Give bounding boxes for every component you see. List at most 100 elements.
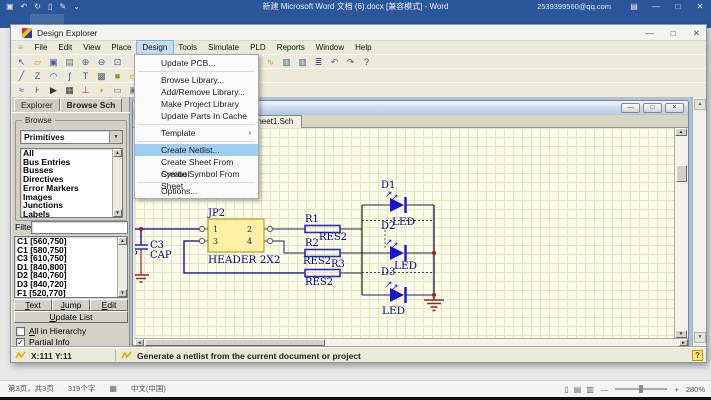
close-icon[interactable]: ✕ (689, 0, 711, 14)
word-count[interactable]: 319个字 (68, 381, 96, 397)
menu-item-create-sheet-from-symbol[interactable]: Create Sheet From Symbol (135, 156, 258, 168)
signal-wave-icon[interactable]: ∿ (264, 55, 277, 69)
menu-item-browse-library[interactable]: Browse Library... (135, 74, 258, 86)
scroll-down-icon[interactable]: ▼ (113, 209, 122, 217)
zoom-area-icon[interactable]: ⊡ (111, 55, 124, 69)
menubar-item[interactable]: Help (350, 41, 377, 54)
zoom-out-icon[interactable]: ⊖ (95, 55, 108, 69)
bus-tool-icon[interactable]: ⊦ (31, 83, 44, 97)
browse-list-item[interactable]: Labels (21, 210, 122, 218)
help-icon[interactable]: ? (360, 55, 373, 69)
partial-info-row[interactable]: ✓ Partial Info (16, 337, 70, 347)
menu-item-make-project-library[interactable]: Make Project Library (135, 98, 258, 110)
ribbon-options-icon[interactable]: ▤ (623, 0, 645, 14)
read-mode-icon[interactable]: ▯ (564, 385, 568, 394)
menu-item-add-remove-library[interactable]: Add/Remove Library... (135, 86, 258, 98)
menubar-item[interactable]: Reports (271, 41, 310, 54)
save-icon[interactable]: ▣ (47, 55, 60, 69)
c3-type[interactable]: CAP (150, 250, 172, 261)
menubar-item[interactable]: Tools (173, 41, 203, 54)
jp2-ref[interactable]: JP2 (207, 208, 225, 219)
filter-input[interactable] (31, 221, 128, 234)
ground-icon[interactable]: ⊥ (79, 83, 92, 97)
menubar-item[interactable]: View (78, 41, 106, 54)
print-icon[interactable]: ▤ (63, 55, 76, 69)
partial-info-checkbox[interactable]: ✓ (16, 338, 25, 347)
part-icon[interactable]: ◗ (95, 83, 108, 97)
menubar-item[interactable]: Place (106, 41, 137, 54)
sheet-symbol-icon[interactable]: ▭ (111, 83, 124, 97)
zoom-in-icon[interactable]: ⊕ (79, 55, 92, 69)
zoom-slider-thumb[interactable] (639, 385, 643, 393)
language-status[interactable]: 中文(中国) (131, 381, 166, 397)
image-tool-icon[interactable]: ▩ (95, 69, 108, 83)
app-titlebar[interactable]: Design Explorer —□✕ (11, 25, 706, 41)
curve-tool-icon[interactable]: ʃ (63, 69, 76, 83)
word-account[interactable]: 2539399560@qq.com (537, 0, 611, 14)
ground-symbol[interactable] (424, 300, 444, 311)
netlist-icon[interactable]: ≣ (312, 55, 325, 69)
browse-mode-select[interactable]: Primitives ▼ (20, 130, 123, 144)
component-d2[interactable]: ↗ ↗ D2 LED (381, 221, 417, 272)
net-label-icon[interactable]: ▦ (63, 83, 76, 97)
zoom-out-button[interactable]: — (601, 385, 609, 394)
text-button[interactable]: Text (14, 299, 52, 311)
jump-button[interactable]: Jump (52, 299, 90, 311)
scroll-up-icon[interactable]: ▲ (675, 128, 687, 136)
document-hscrollbar[interactable]: ◄ ► (135, 338, 688, 346)
menubar-item[interactable]: Design (137, 41, 173, 54)
zoom-level[interactable]: 280% (686, 385, 705, 394)
line-tool-icon[interactable]: ╱ (15, 69, 28, 83)
zoom-in-button[interactable]: + (674, 385, 678, 394)
scroll-up-icon[interactable]: ▲ (113, 149, 122, 157)
wire-tool-icon[interactable]: ≈ (15, 83, 28, 97)
maximize-icon[interactable]: □ (667, 0, 689, 14)
maximize-icon[interactable]: □ (671, 25, 676, 41)
component-list-scrollbar[interactable]: ▲ ▼ (117, 237, 127, 297)
text-tool-icon[interactable]: T (79, 69, 92, 83)
close-icon[interactable]: ✕ (693, 25, 700, 41)
browse-type-list[interactable]: AllBus EntriesBussesDirectivesError Mark… (20, 148, 123, 218)
menubar-item[interactable]: File (29, 41, 53, 54)
close-icon[interactable]: ✕ (665, 103, 684, 113)
print-layout-icon[interactable]: ▤ (574, 385, 582, 394)
probe-net-icon[interactable]: ▥ (280, 55, 293, 69)
panel-tab-explorer[interactable]: Explorer (14, 98, 60, 111)
scroll-left-icon[interactable]: ◄ (135, 339, 144, 346)
update-list-button[interactable]: Update List (14, 311, 128, 323)
zoom-slider[interactable] (615, 388, 667, 390)
menu-item-template[interactable]: Template› (135, 127, 258, 139)
workspace-scrollbar[interactable]: ▲ ▼ (692, 97, 706, 347)
menubar-item[interactable]: PLD (245, 41, 272, 54)
polyline-tool-icon[interactable]: Z (31, 69, 44, 83)
scroll-down-icon[interactable]: ▼ (694, 332, 706, 343)
menu-item-update-parts-in-cache[interactable]: Update Parts In Cache (135, 110, 258, 122)
menu-item-create-netlist[interactable]: Create Netlist... (135, 144, 258, 156)
menubar-item[interactable]: Simulate (203, 41, 245, 54)
status-help-button[interactable]: ? (692, 350, 703, 361)
menu-item-update-pcb[interactable]: Update PCB... (135, 57, 258, 69)
probe-bus-icon[interactable]: ▥ (296, 55, 309, 69)
dropdown-arrow-icon[interactable]: ▼ (109, 131, 122, 143)
menubar-item[interactable]: Edit (53, 41, 78, 54)
scroll-right-icon[interactable]: ► (679, 339, 688, 346)
scroll-up-icon[interactable]: ▲ (118, 237, 127, 245)
menu-item-create-symbol-from-sheet[interactable]: Create Symbol From Sheet (135, 168, 258, 180)
bus-entry-icon[interactable]: ▶ (47, 83, 60, 97)
component-jp2[interactable]: 1 2 3 4 JP2 HEADER 2X2 (199, 208, 280, 266)
vscroll-thumb[interactable] (676, 165, 687, 182)
hscroll-thumb[interactable] (145, 339, 325, 346)
rect-tool-icon[interactable]: ■ (111, 69, 124, 83)
page-info[interactable]: 第3页，共3页 (8, 381, 54, 397)
edit-button[interactable]: Edit (90, 299, 128, 311)
minimize-icon[interactable]: — (621, 103, 640, 113)
spellcheck-icon[interactable]: ▦ (109, 381, 117, 397)
minimize-icon[interactable]: — (645, 25, 654, 41)
web-layout-icon[interactable]: ▥ (586, 385, 594, 394)
browse-list-scrollbar[interactable]: ▲ ▼ (112, 149, 122, 217)
component-d3[interactable]: ↗ ↗ D3 LED (381, 267, 406, 317)
redo-icon[interactable]: ↷ (344, 55, 357, 69)
undo-icon[interactable]: ↶ (328, 55, 341, 69)
open-folder-icon[interactable]: ▱ (31, 55, 44, 69)
panel-tab-browse-sch[interactable]: Browse Sch (60, 98, 123, 112)
